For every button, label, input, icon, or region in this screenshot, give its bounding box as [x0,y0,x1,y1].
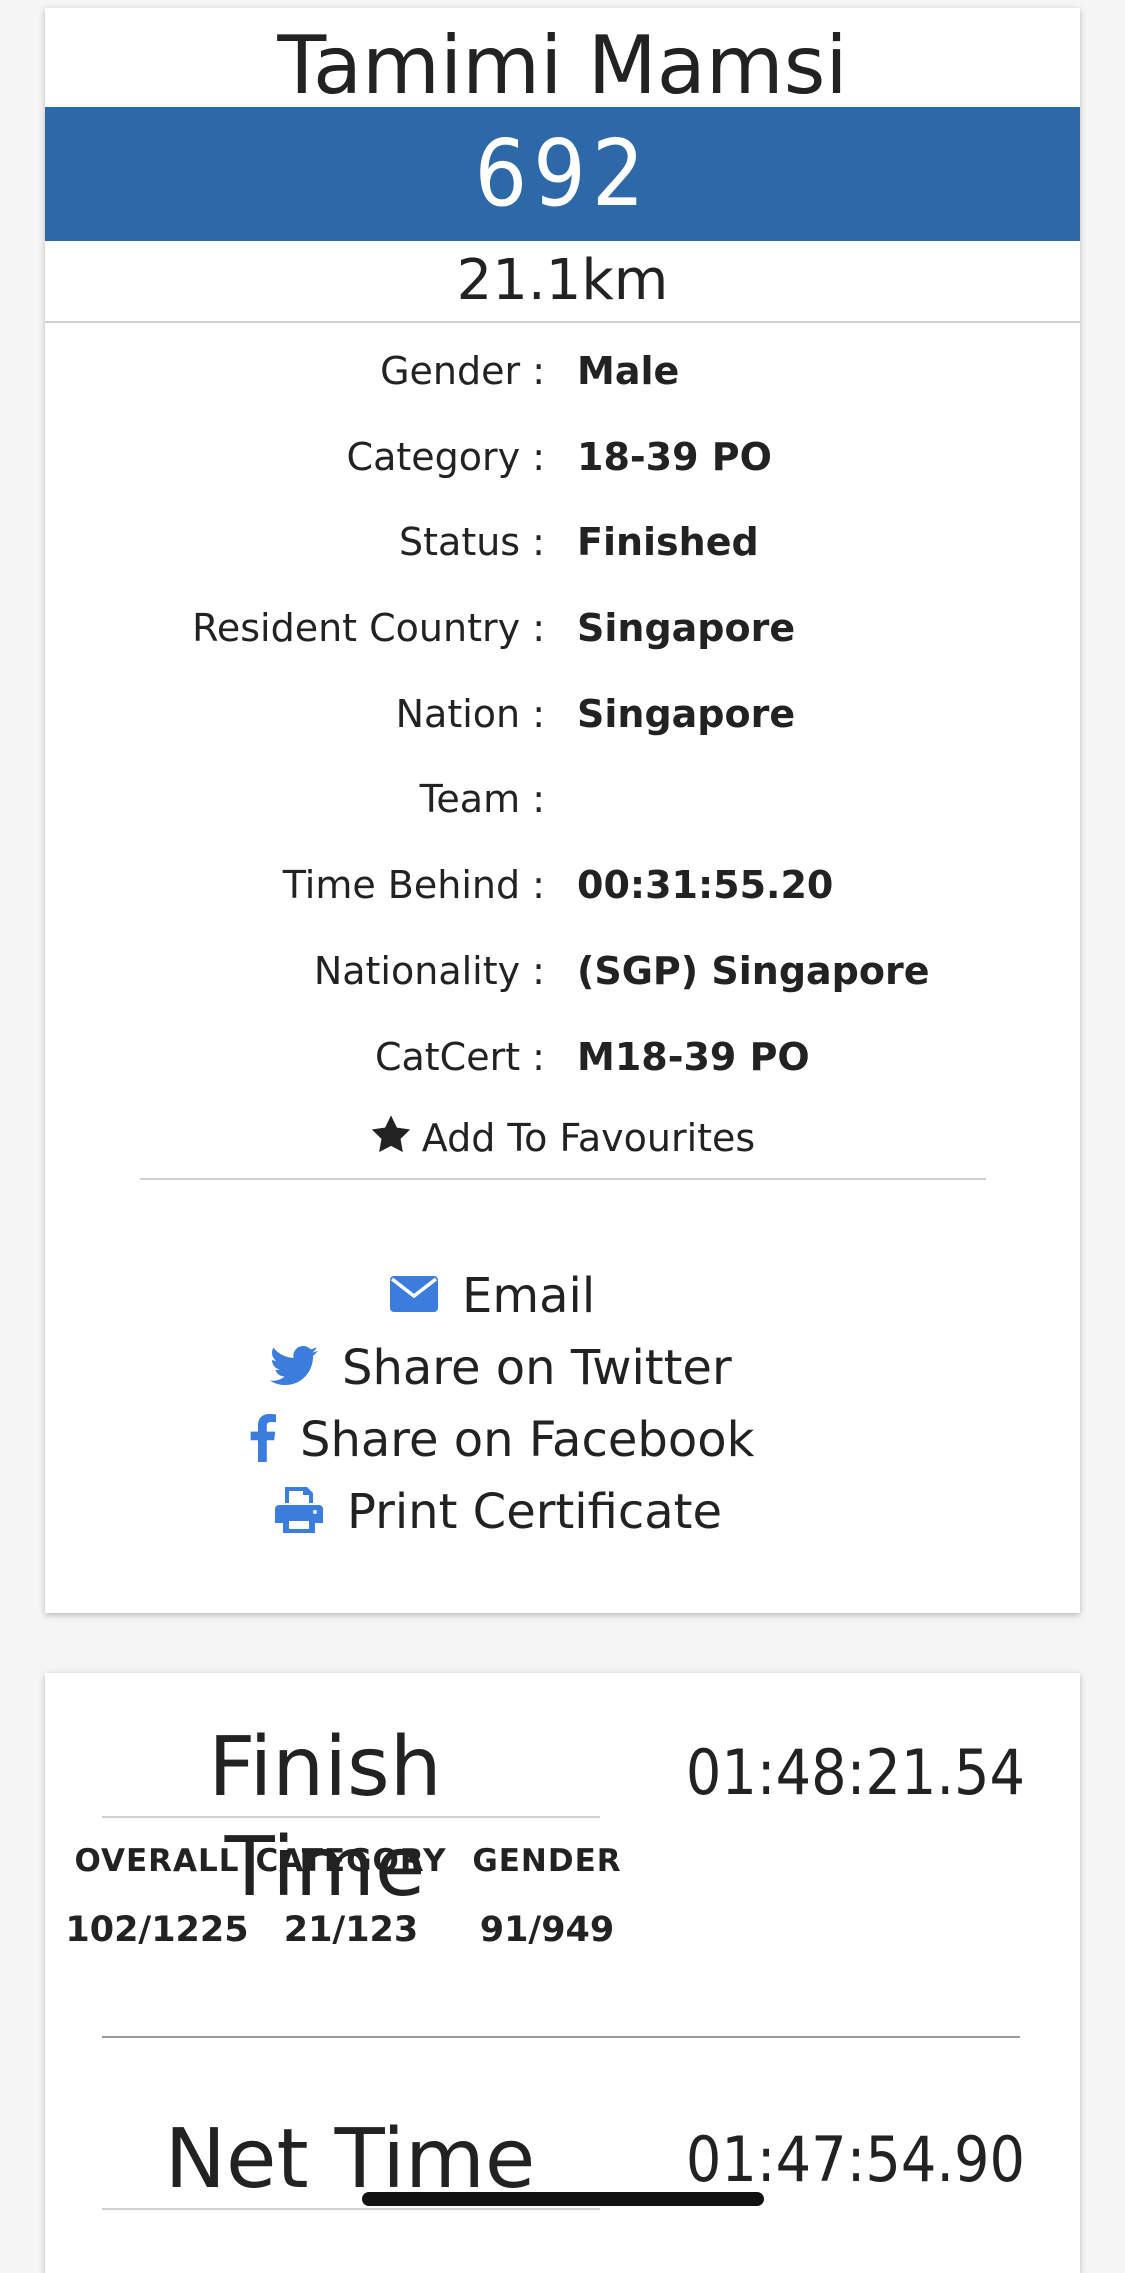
detail-row-category: Category : 18-39 PO [45,415,1080,501]
detail-label: Time Behind : [282,863,545,908]
twitter-icon [270,1346,318,1390]
share-email-label: Email [462,1268,596,1324]
home-indicator[interactable] [362,2192,764,2206]
rank-overall-head: OVERALL [74,1843,240,1879]
net-title-underline [102,2208,600,2210]
print-certificate-link[interactable]: Print Certificate [45,1477,1080,1547]
detail-label: Category : [346,434,545,479]
detail-label: CatCert : [374,1034,545,1079]
detail-row-resident-country: Resident Country : Singapore [45,586,1080,672]
detail-label: Nation : [395,691,545,736]
rank-gender-head: GENDER [472,1843,622,1879]
race-distance: 21.1km [45,241,1080,323]
add-to-favourites-label: Add To Favourites [421,1116,756,1160]
runner-card: Tamimi Mamsi 692 21.1km Gender : Male Ca… [45,8,1080,1613]
finish-time-title: Finish Time [208,1720,442,1915]
envelope-icon [390,1276,438,1316]
detail-value: (SGP) Singapore [577,948,930,993]
rank-gender-value: 91/949 [479,1910,615,1950]
detail-value: Male [577,349,680,393]
runner-name: Tamimi Mamsi [277,19,848,112]
detail-value: Singapore [577,691,796,736]
finish-title-underline [102,1816,600,1818]
detail-row-catcert: CatCert : M18-39 PO [45,1015,1080,1101]
detail-label: Nationality : [313,948,545,993]
star-icon [370,1111,412,1171]
detail-label: Status : [399,520,545,565]
divider [140,1178,986,1180]
detail-value: M18-39 PO [577,1034,810,1079]
facebook-icon [250,1414,276,1466]
detail-value: Finished [577,520,759,565]
printer-icon [275,1487,323,1537]
detail-value: Singapore [577,606,796,651]
finish-time-value: 01:48:21.54 [685,1736,1025,1809]
bib-number: 692 [474,120,651,227]
runner-details: Gender : Male Category : 18-39 PO Status… [45,329,1080,1100]
detail-label: Gender : [380,349,545,393]
detail-row-team: Team : [45,757,1080,843]
detail-row-status: Status : Finished [45,500,1080,586]
bib-number-bar: 692 [45,107,1080,241]
share-email-link[interactable]: Email [45,1261,1080,1331]
detail-value: 18-39 PO [577,434,772,479]
rank-overall-value: 102/1225 [65,1910,249,1950]
share-facebook-link[interactable]: Share on Facebook [45,1405,1080,1475]
add-to-favourites-button[interactable]: Add To Favourites [45,1108,1080,1171]
share-twitter-link[interactable]: Share on Twitter [45,1333,1080,1403]
share-facebook-label: Share on Facebook [300,1412,755,1468]
divider [102,2036,1020,2038]
detail-row-nationality: Nationality : (SGP) Singapore [45,929,1080,1015]
detail-value: 00:31:55.20 [577,863,834,908]
detail-label: Resident Country : [192,606,545,651]
print-certificate-label: Print Certificate [347,1484,722,1540]
detail-row-nation: Nation : Singapore [45,672,1080,758]
detail-label: Team : [419,777,545,822]
share-twitter-label: Share on Twitter [342,1340,732,1396]
detail-row-gender: Gender : Male [45,329,1080,415]
rank-category-head: CATEGORY [255,1843,447,1879]
detail-row-time-behind: Time Behind : 00:31:55.20 [45,843,1080,929]
rank-category-value: 21/123 [283,1910,419,1950]
